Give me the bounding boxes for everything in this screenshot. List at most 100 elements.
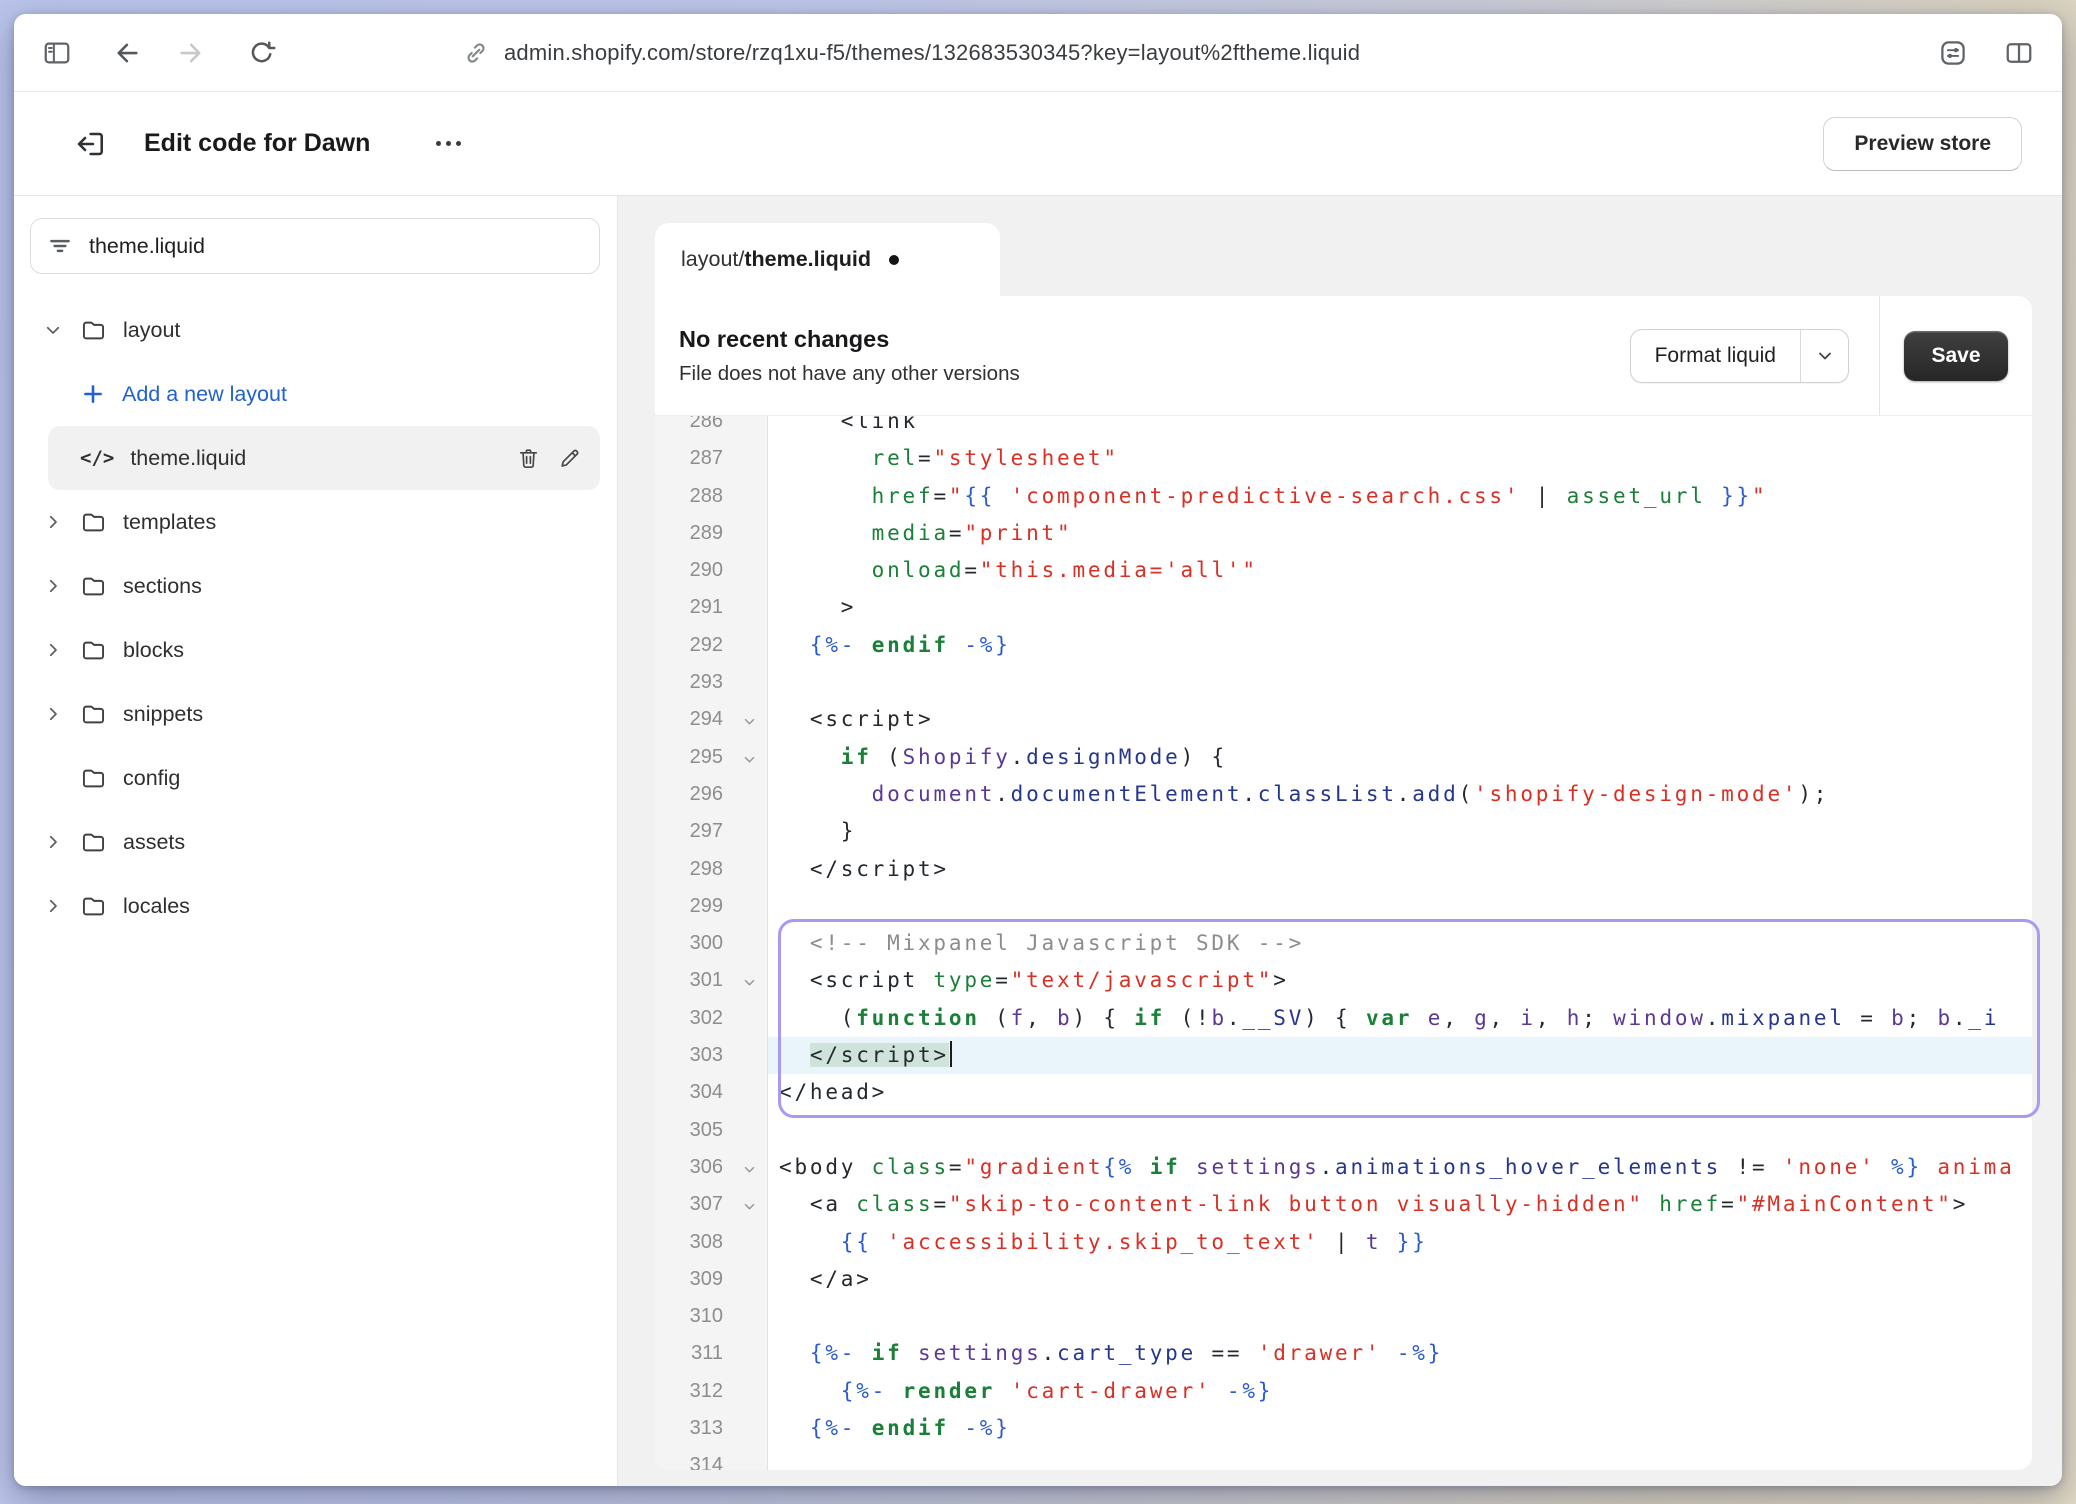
fold-chevron-icon[interactable] — [742, 1190, 757, 1227]
file-tree: layout Add a new layout</>theme.liquid tem… — [14, 298, 617, 938]
sidebar-file-label: theme.liquid — [130, 446, 246, 471]
line-number: 309 — [655, 1261, 767, 1298]
tab-label: layout/theme.liquid — [681, 247, 871, 272]
chevron-down-icon[interactable] — [44, 321, 64, 339]
file-sidebar: layout Add a new layout</>theme.liquid tem… — [14, 196, 618, 1486]
sidebar-item-config[interactable]: config — [14, 746, 617, 810]
code-line-286[interactable]: <link — [768, 416, 2032, 440]
code-line-295[interactable]: if (Shopify.designMode) { — [768, 739, 2032, 776]
changes-subtitle: File does not have any other versions — [679, 362, 1020, 386]
page-settings-icon[interactable] — [1936, 36, 1970, 70]
code-line-289[interactable]: media="print" — [768, 515, 2032, 552]
code-line-300[interactable]: <!-- Mixpanel Javascript SDK --> — [768, 925, 2032, 962]
line-number: 299 — [655, 888, 767, 925]
code-editor[interactable]: 2862872882892902912922932942952962972982… — [655, 416, 2032, 1470]
code-line-313[interactable]: {%- endif -%} — [768, 1410, 2032, 1447]
chevron-down-icon[interactable] — [1800, 330, 1848, 382]
fold-chevron-icon[interactable] — [742, 1153, 757, 1190]
code-line-291[interactable]: > — [768, 589, 2032, 626]
code-line-287[interactable]: rel="stylesheet" — [768, 440, 2032, 477]
code-line-309[interactable]: </a> — [768, 1261, 2032, 1298]
line-number: 293 — [655, 664, 767, 701]
sidebar-item-assets[interactable]: assets — [14, 810, 617, 874]
folder-icon — [80, 509, 107, 536]
chevron-right-icon[interactable] — [44, 577, 64, 595]
sidebar-item-snippets[interactable]: snippets — [14, 682, 617, 746]
tab-theme-liquid[interactable]: layout/theme.liquid — [655, 223, 1000, 296]
line-number: 292 — [655, 627, 767, 664]
line-number: 311 — [655, 1335, 767, 1372]
code-line-310[interactable] — [768, 1298, 2032, 1335]
code-line-314[interactable] — [768, 1447, 2032, 1470]
code-line-312[interactable]: {%- render 'cart-drawer' -%} — [768, 1373, 2032, 1410]
plus-icon — [80, 381, 106, 407]
save-button[interactable]: Save — [1904, 331, 2007, 381]
code-line-307[interactable]: <a class="skip-to-content-link button vi… — [768, 1186, 2032, 1223]
line-number: 312 — [655, 1373, 767, 1410]
code-line-302[interactable]: (function (f, b) { if (!b.__SV) { var e,… — [768, 1000, 2032, 1037]
code-line-305[interactable] — [768, 1112, 2032, 1149]
app-header: Edit code for Dawn Preview store — [14, 92, 2062, 196]
sidebar-item-locales[interactable]: locales — [14, 874, 617, 938]
page-title: Edit code for Dawn — [144, 129, 370, 158]
code-pane[interactable]: <link rel="stylesheet" href="{{ 'compone… — [768, 416, 2032, 1470]
code-line-290[interactable]: onload="this.media='all'" — [768, 552, 2032, 589]
chevron-right-icon[interactable] — [44, 513, 64, 531]
exit-editor-icon[interactable] — [72, 126, 108, 162]
code-line-296[interactable]: document.documentElement.classList.add('… — [768, 776, 2032, 813]
sidebar-item-label: locales — [123, 894, 190, 919]
sidebar-toggle-icon[interactable] — [40, 36, 74, 70]
sidebar-item-label: layout — [123, 318, 180, 343]
code-line-304[interactable]: </head> — [768, 1074, 2032, 1111]
code-line-299[interactable] — [768, 888, 2032, 925]
rename-file-icon[interactable] — [557, 446, 582, 471]
line-number: 305 — [655, 1112, 767, 1149]
line-number: 286 — [655, 416, 767, 440]
line-number: 310 — [655, 1298, 767, 1335]
code-line-292[interactable]: {%- endif -%} — [768, 627, 2032, 664]
address-bar[interactable]: admin.shopify.com/store/rzq1xu-f5/themes… — [462, 14, 1360, 91]
line-number: 295 — [655, 739, 767, 776]
line-number: 297 — [655, 813, 767, 850]
sidebar-item-label: snippets — [123, 702, 203, 727]
code-line-297[interactable]: } — [768, 813, 2032, 850]
code-line-294[interactable]: <script> — [768, 701, 2032, 738]
code-line-301[interactable]: <script type="text/javascript"> — [768, 962, 2032, 999]
desktop-background: admin.shopify.com/store/rzq1xu-f5/themes… — [0, 0, 2076, 1504]
code-line-303[interactable]: </script> — [768, 1037, 2032, 1074]
line-number: 302 — [655, 1000, 767, 1037]
format-liquid-button[interactable]: Format liquid — [1630, 329, 1849, 383]
line-number: 307 — [655, 1186, 767, 1223]
chevron-right-icon[interactable] — [44, 641, 64, 659]
fold-chevron-icon[interactable] — [742, 966, 757, 1003]
sidebar-item-sections[interactable]: sections — [14, 554, 617, 618]
chevron-right-icon[interactable] — [44, 833, 64, 851]
file-search-box[interactable] — [30, 218, 600, 274]
fold-chevron-icon[interactable] — [742, 705, 757, 742]
split-view-icon[interactable] — [2002, 36, 2036, 70]
delete-file-icon[interactable] — [516, 446, 541, 471]
code-line-306[interactable]: <body class="gradient{% if settings.anim… — [768, 1149, 2032, 1186]
sidebar-item-label: templates — [123, 510, 216, 535]
code-line-311[interactable]: {%- if settings.cart_type == 'drawer' -%… — [768, 1335, 2032, 1372]
preview-store-button[interactable]: Preview store — [1823, 117, 2022, 171]
reload-icon[interactable] — [244, 36, 278, 70]
chevron-right-icon[interactable] — [44, 897, 64, 915]
forward-icon[interactable] — [176, 36, 210, 70]
code-line-288[interactable]: href="{{ 'component-predictive-search.cs… — [768, 478, 2032, 515]
sidebar-item-layout[interactable]: layout — [14, 298, 617, 362]
add-new-layout-button[interactable]: Add a new layout — [14, 362, 617, 426]
line-number: 303 — [655, 1037, 767, 1074]
chevron-right-icon[interactable] — [44, 705, 64, 723]
sidebar-file-theme.liquid[interactable]: </>theme.liquid — [48, 426, 600, 490]
back-icon[interactable] — [108, 36, 142, 70]
sidebar-item-templates[interactable]: templates — [14, 490, 617, 554]
file-search-input[interactable] — [89, 234, 583, 259]
fold-chevron-icon[interactable] — [742, 743, 757, 780]
code-line-293[interactable] — [768, 664, 2032, 701]
code-line-298[interactable]: </script> — [768, 851, 2032, 888]
more-actions-icon[interactable] — [428, 133, 469, 154]
code-line-308[interactable]: {{ 'accessibility.skip_to_text' | t }} — [768, 1224, 2032, 1261]
sidebar-item-label: blocks — [123, 638, 184, 663]
sidebar-item-blocks[interactable]: blocks — [14, 618, 617, 682]
